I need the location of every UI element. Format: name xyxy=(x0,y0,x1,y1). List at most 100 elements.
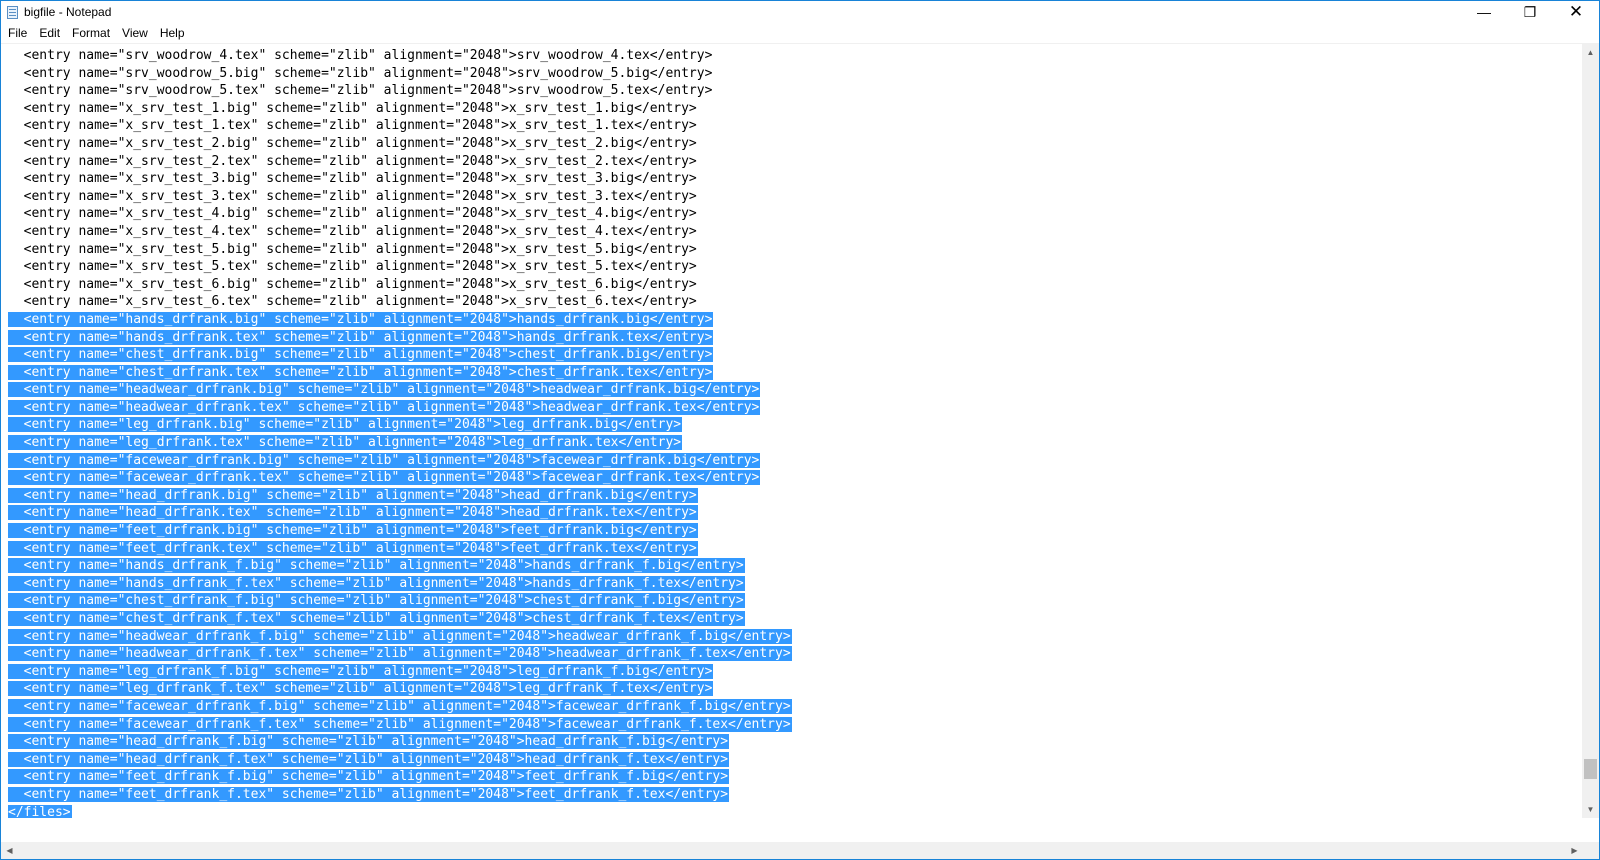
text-line[interactable]: <entry name="x_srv_test_1.tex" scheme="z… xyxy=(8,117,792,135)
text-line[interactable]: <entry name="srv_woodrow_5.tex" scheme="… xyxy=(8,82,792,100)
text-line[interactable]: <entry name="headwear_drfrank.big" schem… xyxy=(8,381,792,399)
text-line[interactable]: <entry name="chest_drfrank.tex" scheme="… xyxy=(8,364,792,382)
text-line-content: <entry name="x_srv_test_3.big" scheme="z… xyxy=(8,171,697,187)
text-line[interactable]: <entry name="headwear_drfrank.tex" schem… xyxy=(8,399,792,417)
text-line[interactable]: <entry name="x_srv_test_3.tex" scheme="z… xyxy=(8,188,792,206)
text-line[interactable]: <entry name="feet_drfrank.tex" scheme="z… xyxy=(8,540,792,558)
text-line-content: <entry name="headwear_drfrank.big" schem… xyxy=(8,382,761,398)
text-line-content: <entry name="hands_drfrank_f.tex" scheme… xyxy=(8,575,745,591)
text-line[interactable]: <entry name="facewear_drfrank_f.tex" sch… xyxy=(8,716,792,734)
notepad-icon xyxy=(7,6,18,19)
text-line[interactable]: <entry name="head_drfrank_f.big" scheme=… xyxy=(8,733,792,751)
editor-text[interactable]: <entry name="srv_woodrow_4.tex" scheme="… xyxy=(8,47,792,818)
text-line-content: <entry name="feet_drfrank.big" scheme="z… xyxy=(8,523,698,539)
scroll-right-icon[interactable]: ▶ xyxy=(1566,842,1583,859)
text-line[interactable]: <entry name="hands_drfrank.big" scheme="… xyxy=(8,311,792,329)
text-line[interactable]: <entry name="chest_drfrank_f.tex" scheme… xyxy=(8,610,792,628)
text-line-content: <entry name="x_srv_test_4.big" scheme="z… xyxy=(8,206,697,222)
scroll-down-icon[interactable]: ▼ xyxy=(1582,801,1599,818)
text-line-content: <entry name="chest_drfrank.big" scheme="… xyxy=(8,347,714,363)
menu-help[interactable]: Help xyxy=(154,24,191,43)
text-line-content: <entry name="facewear_drfrank.big" schem… xyxy=(8,452,761,468)
text-line[interactable]: <entry name="chest_drfrank.big" scheme="… xyxy=(8,346,792,364)
text-line[interactable]: <entry name="x_srv_test_1.big" scheme="z… xyxy=(8,100,792,118)
text-line[interactable]: <entry name="facewear_drfrank.big" schem… xyxy=(8,452,792,470)
menu-edit[interactable]: Edit xyxy=(33,24,66,43)
scroll-left-icon[interactable]: ◀ xyxy=(1,842,18,859)
text-line[interactable]: <entry name="x_srv_test_6.tex" scheme="z… xyxy=(8,293,792,311)
minimize-button[interactable]: — xyxy=(1461,1,1507,24)
text-line[interactable]: <entry name="facewear_drfrank.tex" schem… xyxy=(8,469,792,487)
menu-bar: File Edit Format View Help xyxy=(1,24,1599,43)
text-line-content: <entry name="leg_drfrank_f.tex" scheme="… xyxy=(8,681,714,697)
text-line[interactable]: <entry name="head_drfrank.big" scheme="z… xyxy=(8,487,792,505)
text-line-content: <entry name="x_srv_test_6.tex" scheme="z… xyxy=(8,294,697,310)
text-line-content: <entry name="head_drfrank_f.big" scheme=… xyxy=(8,734,730,750)
minimize-icon: — xyxy=(1477,4,1491,20)
text-line[interactable]: <entry name="feet_drfrank.big" scheme="z… xyxy=(8,522,792,540)
text-line-content: <entry name="chest_drfrank.tex" scheme="… xyxy=(8,364,714,380)
title-bar[interactable]: bigfile - Notepad — ❐ ✕ xyxy=(1,1,1599,24)
text-line-content: <entry name="feet_drfrank.tex" scheme="z… xyxy=(8,540,698,556)
text-line[interactable]: <entry name="head_drfrank_f.tex" scheme=… xyxy=(8,751,792,769)
text-line-content: <entry name="chest_drfrank_f.big" scheme… xyxy=(8,593,745,609)
text-line-content: <entry name="hands_drfrank.big" scheme="… xyxy=(8,311,714,327)
menu-file[interactable]: File xyxy=(1,24,33,43)
text-line-content: <entry name="headwear_drfrank_f.big" sch… xyxy=(8,628,792,644)
text-line-content: <entry name="feet_drfrank_f.big" scheme=… xyxy=(8,769,730,785)
text-line-content: <entry name="facewear_drfrank_f.tex" sch… xyxy=(8,716,792,732)
restore-button[interactable]: ❐ xyxy=(1507,1,1553,24)
text-editor[interactable]: <entry name="srv_woodrow_4.tex" scheme="… xyxy=(1,44,1583,818)
text-line-content: <entry name="feet_drfrank_f.tex" scheme=… xyxy=(8,786,730,802)
text-line[interactable]: <entry name="x_srv_test_5.big" scheme="z… xyxy=(8,241,792,259)
text-line[interactable]: <entry name="x_srv_test_6.big" scheme="z… xyxy=(8,276,792,294)
text-line-content: <entry name="leg_drfrank_f.big" scheme="… xyxy=(8,663,714,679)
text-line-content: <entry name="x_srv_test_4.tex" scheme="z… xyxy=(8,223,697,239)
text-line-content: <entry name="srv_woodrow_4.tex" scheme="… xyxy=(8,48,713,63)
text-line-content: <entry name="facewear_drfrank_f.big" sch… xyxy=(8,698,792,714)
text-line-content: <entry name="leg_drfrank.tex" scheme="zl… xyxy=(8,435,683,451)
text-line[interactable]: <entry name="headwear_drfrank_f.big" sch… xyxy=(8,628,792,646)
text-line[interactable]: <entry name="x_srv_test_3.big" scheme="z… xyxy=(8,170,792,188)
text-line-content: <entry name="x_srv_test_5.big" scheme="z… xyxy=(8,241,697,257)
text-line-content: <entry name="headwear_drfrank.tex" schem… xyxy=(8,399,761,415)
text-line[interactable]: <entry name="hands_drfrank_f.big" scheme… xyxy=(8,557,792,575)
text-line[interactable]: <entry name="head_drfrank.tex" scheme="z… xyxy=(8,504,792,522)
close-icon: ✕ xyxy=(1568,2,1584,21)
text-line[interactable]: <entry name="x_srv_test_4.tex" scheme="z… xyxy=(8,223,792,241)
text-line-content: <entry name="headwear_drfrank_f.tex" sch… xyxy=(8,646,792,662)
text-line[interactable]: <entry name="hands_drfrank.tex" scheme="… xyxy=(8,329,792,347)
text-line[interactable]: <entry name="headwear_drfrank_f.tex" sch… xyxy=(8,645,792,663)
notepad-window: bigfile - Notepad — ❐ ✕ File Edit Format… xyxy=(0,0,1600,860)
vertical-scroll-thumb[interactable] xyxy=(1584,759,1597,779)
horizontal-scrollbar[interactable]: ◀ ▶ xyxy=(1,842,1583,859)
menu-view[interactable]: View xyxy=(116,24,154,43)
text-line-content: <entry name="hands_drfrank_f.big" scheme… xyxy=(8,558,745,574)
text-line-content: <entry name="srv_woodrow_5.big" scheme="… xyxy=(8,65,713,81)
text-line[interactable]: <entry name="x_srv_test_4.big" scheme="z… xyxy=(8,205,792,223)
window-title: bigfile - Notepad xyxy=(24,5,112,19)
close-button[interactable]: ✕ xyxy=(1553,1,1599,24)
text-line[interactable]: <entry name="srv_woodrow_4.tex" scheme="… xyxy=(8,47,792,65)
menu-format[interactable]: Format xyxy=(66,24,116,43)
text-line[interactable]: <entry name="leg_drfrank.big" scheme="zl… xyxy=(8,416,792,434)
text-line[interactable]: <entry name="facewear_drfrank_f.big" sch… xyxy=(8,698,792,716)
text-line[interactable]: <entry name="hands_drfrank_f.tex" scheme… xyxy=(8,575,792,593)
text-line[interactable]: <entry name="leg_drfrank.tex" scheme="zl… xyxy=(8,434,792,452)
vertical-scrollbar[interactable]: ▲ ▼ xyxy=(1582,44,1599,818)
text-line[interactable]: <entry name="chest_drfrank_f.big" scheme… xyxy=(8,592,792,610)
text-line[interactable]: <entry name="srv_woodrow_5.big" scheme="… xyxy=(8,65,792,83)
text-line-content: <entry name="head_drfrank.tex" scheme="z… xyxy=(8,505,698,521)
text-line[interactable]: <entry name="leg_drfrank_f.big" scheme="… xyxy=(8,663,792,681)
text-line-content: <entry name="x_srv_test_5.tex" scheme="z… xyxy=(8,259,697,275)
text-line[interactable]: </files> xyxy=(8,804,792,818)
text-line[interactable]: <entry name="leg_drfrank_f.tex" scheme="… xyxy=(8,680,792,698)
scroll-up-icon[interactable]: ▲ xyxy=(1582,44,1599,61)
text-line[interactable]: <entry name="x_srv_test_2.tex" scheme="z… xyxy=(8,153,792,171)
text-line-content: <entry name="x_srv_test_6.big" scheme="z… xyxy=(8,276,697,292)
text-line[interactable]: <entry name="x_srv_test_5.tex" scheme="z… xyxy=(8,258,792,276)
text-line[interactable]: <entry name="feet_drfrank_f.tex" scheme=… xyxy=(8,786,792,804)
scrollbar-corner xyxy=(1582,842,1599,859)
text-line[interactable]: <entry name="x_srv_test_2.big" scheme="z… xyxy=(8,135,792,153)
text-line[interactable]: <entry name="feet_drfrank_f.big" scheme=… xyxy=(8,768,792,786)
